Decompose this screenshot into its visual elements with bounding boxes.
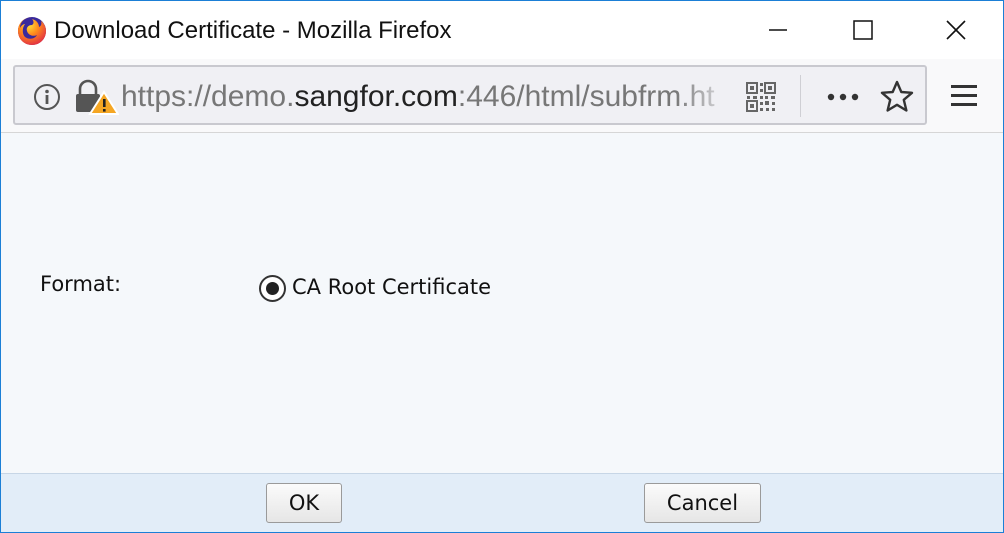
- window-title: Download Certificate - Mozilla Firefox: [54, 17, 452, 44]
- ca-root-certificate-label[interactable]: CA Root Certificate: [292, 273, 491, 301]
- ca-root-certificate-radio[interactable]: [259, 275, 286, 302]
- dialog-footer: OK Cancel: [1, 473, 1003, 532]
- menu-icon[interactable]: [947, 79, 981, 113]
- info-icon[interactable]: [33, 83, 61, 111]
- minimize-icon: [769, 29, 787, 31]
- close-button[interactable]: [911, 1, 1001, 59]
- more-icon[interactable]: [823, 81, 863, 113]
- url-host: sangfor.com: [294, 80, 458, 113]
- minimize-button[interactable]: [733, 1, 823, 59]
- navigation-toolbar: https://demo.sangfor.com:446/html/subfrm…: [1, 59, 1003, 133]
- star-icon[interactable]: [879, 79, 915, 115]
- format-label: Format:: [40, 272, 122, 296]
- qr-code-icon[interactable]: [745, 81, 777, 113]
- close-icon: [946, 20, 966, 40]
- url-fade: [675, 77, 735, 117]
- maximize-button[interactable]: [818, 1, 908, 59]
- cancel-button[interactable]: Cancel: [644, 483, 761, 523]
- radio-selected-dot: [266, 282, 279, 295]
- url-bar[interactable]: https://demo.sangfor.com:446/html/subfrm…: [13, 65, 927, 125]
- ok-button[interactable]: OK: [266, 483, 342, 523]
- url-prefix: https://demo.: [121, 80, 295, 113]
- url-separator: [800, 75, 801, 117]
- insecure-lock-icon[interactable]: [73, 79, 119, 115]
- firefox-logo-icon: [18, 17, 46, 45]
- title-bar: Download Certificate - Mozilla Firefox: [1, 1, 1003, 59]
- dialog-window: Download Certificate - Mozilla Firefox h…: [0, 0, 1004, 533]
- maximize-icon: [853, 20, 873, 40]
- dialog-content: Format: CA Root Certificate: [1, 133, 1003, 473]
- url-text: https://demo.sangfor.com:446/html/subfrm…: [121, 79, 731, 115]
